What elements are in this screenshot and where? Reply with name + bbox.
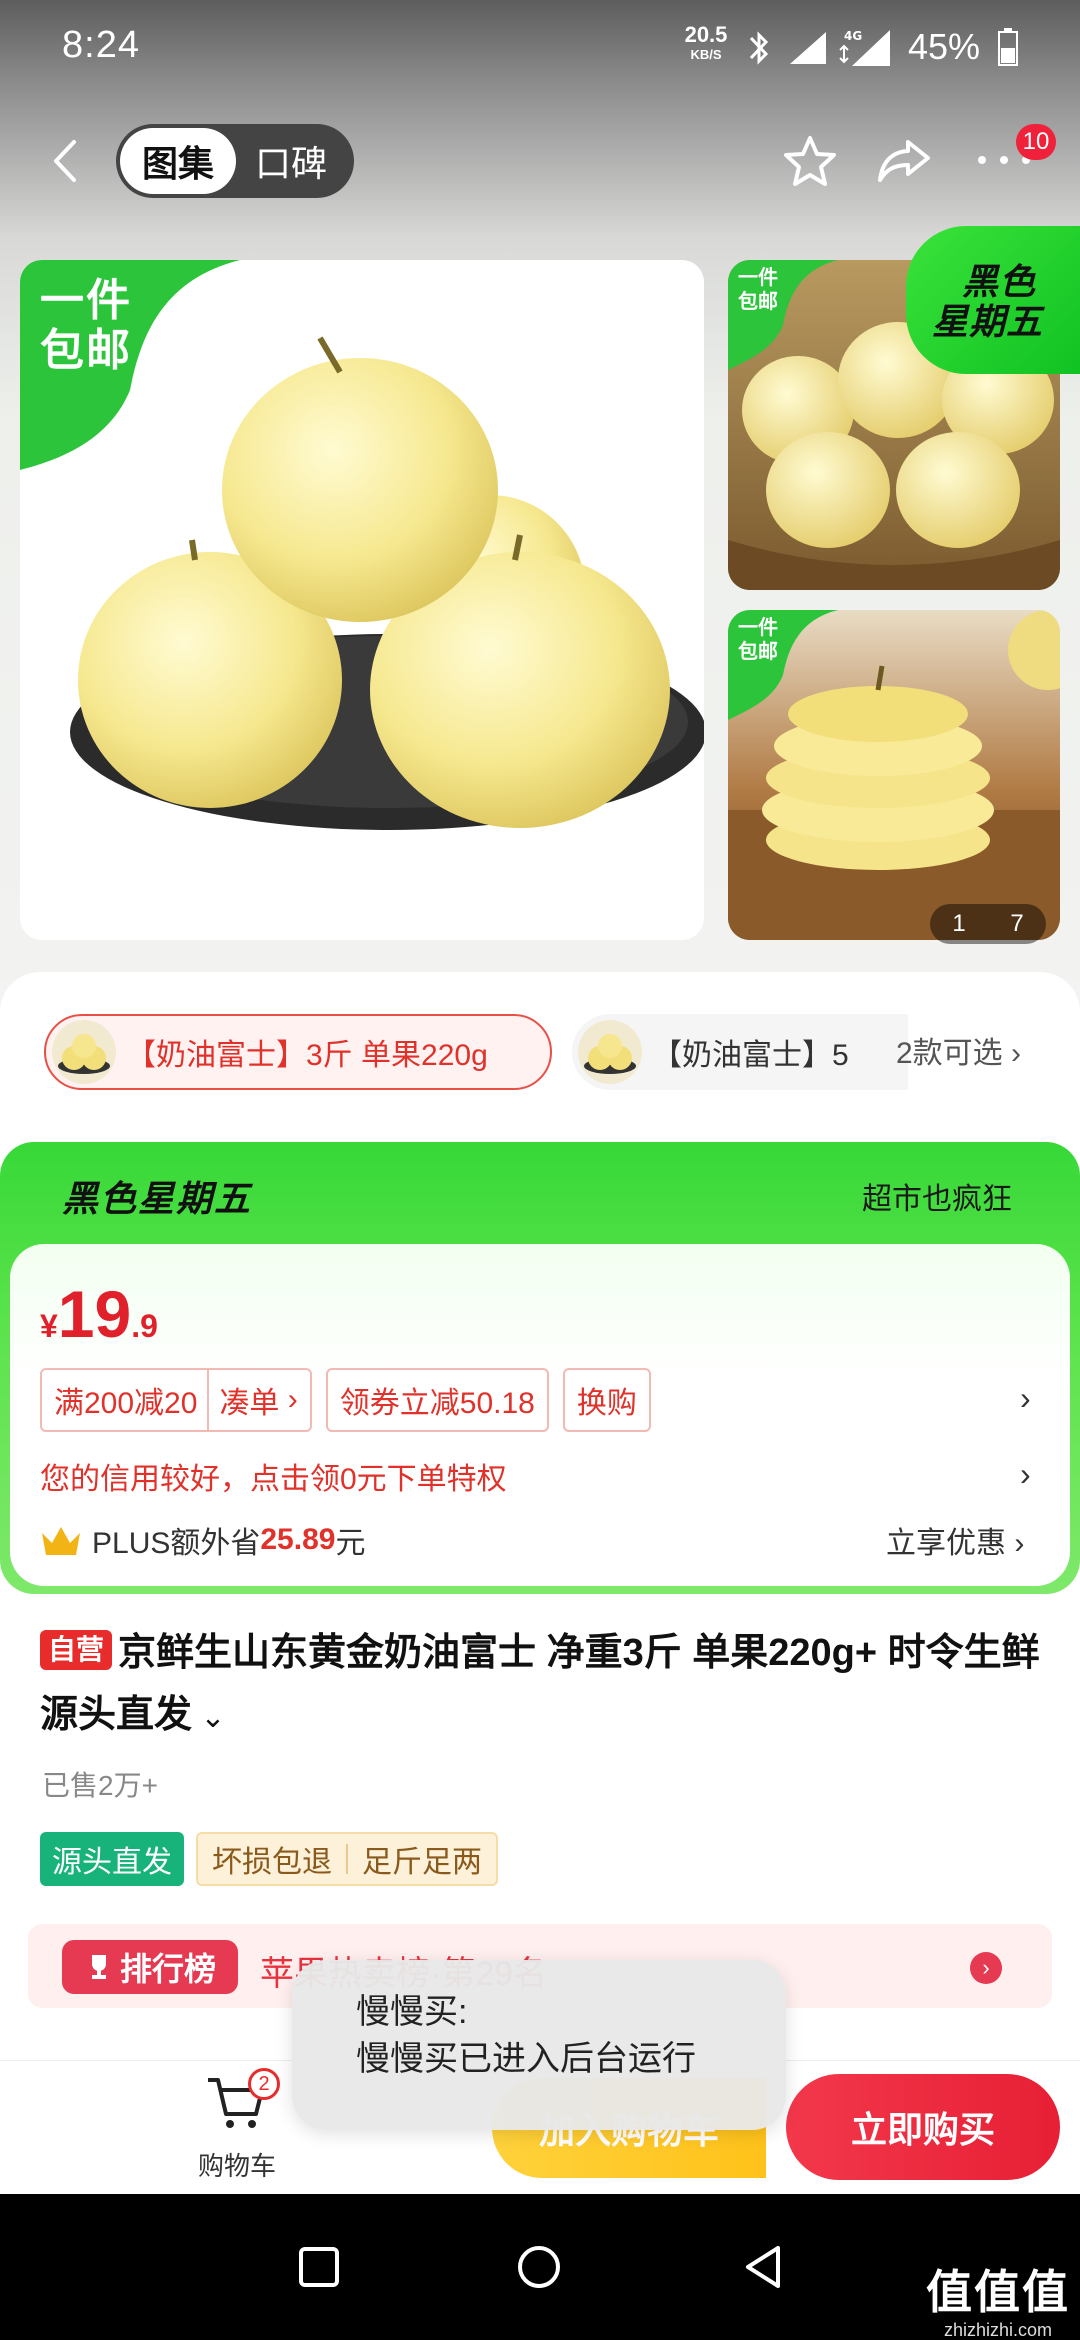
ranking-arrow-icon[interactable]: › bbox=[970, 1952, 1002, 1984]
price-currency: ¥ bbox=[40, 1308, 58, 1344]
product-title[interactable]: 自营 京鲜生山东黄金奶油富士 净重3斤 单果220g+ 时令生鲜 源头直发 ⌄ bbox=[40, 1622, 1040, 1749]
free-shipping-tag: 一件 包邮 bbox=[20, 260, 240, 470]
voucher-coupon[interactable]: 领券立减50.18 bbox=[325, 1368, 549, 1432]
star-icon[interactable] bbox=[782, 134, 838, 190]
battery-icon bbox=[998, 28, 1018, 66]
chevron-down-icon[interactable]: ⌄ bbox=[192, 1701, 225, 1734]
sold-count: 已售2万+ bbox=[42, 1770, 158, 1801]
product-title-text: 京鲜生山东黄金奶油富士 净重3斤 单果220g+ 时令生鲜 源头直发 bbox=[40, 1632, 1040, 1736]
small-tag2-line1: 一件 bbox=[738, 617, 778, 639]
network-speed: 20.5 KB/S bbox=[676, 22, 736, 62]
buy-now-button[interactable]: 立即购买 bbox=[786, 2074, 1060, 2180]
cart-count-badge: 2 bbox=[248, 2068, 280, 2100]
share-icon[interactable] bbox=[876, 136, 932, 186]
recent-apps-icon[interactable] bbox=[298, 2246, 340, 2288]
toast-title: 慢慢买: bbox=[356, 1993, 468, 2031]
variant-option-other[interactable]: 【奶油富士】5 bbox=[572, 1014, 908, 1090]
ranking-pill-label: 排行榜 bbox=[119, 1951, 216, 1987]
free-shipping-tag-small: 一件 包邮 bbox=[728, 260, 838, 370]
battery-percent: 45% bbox=[908, 26, 981, 67]
free-shipping-line2: 包邮 bbox=[40, 326, 132, 375]
signal-icon bbox=[790, 32, 826, 64]
coupon-chevron-icon[interactable]: › bbox=[1020, 1380, 1031, 1417]
discount-coupon[interactable]: 满200减20 凑单 › bbox=[40, 1368, 312, 1432]
page-total: 7 bbox=[1010, 910, 1024, 937]
variant-thumbnail-2 bbox=[578, 1020, 642, 1084]
chevron-right-icon: › bbox=[1006, 1527, 1025, 1560]
promo-slogan: 超市也疯狂 bbox=[862, 1183, 1012, 1216]
status-time: 8:24 bbox=[62, 24, 140, 66]
full-weight-label: 足斤足两 bbox=[362, 1846, 482, 1879]
back-icon[interactable] bbox=[46, 136, 86, 186]
main-product-image[interactable]: 一件 包邮 bbox=[20, 260, 704, 940]
source-direct-tag: 源头直发 bbox=[40, 1832, 184, 1886]
swap-coupon[interactable]: 换购 bbox=[562, 1368, 651, 1432]
variant-thumbnail bbox=[52, 1020, 116, 1084]
cart-label[interactable]: 购物车 bbox=[198, 2146, 276, 2183]
speed-value: 20.5 bbox=[684, 22, 728, 47]
variant-more-button[interactable]: 2款可选 › bbox=[896, 1028, 1021, 1072]
status-bar: 8:24 20.5 KB/S 4G 45% bbox=[0, 0, 1080, 96]
damage-refund-label: 坏损包退 bbox=[212, 1846, 332, 1879]
black-friday-badge: 黑色 星期五 bbox=[906, 226, 1080, 374]
plus-prefix: PLUS额外省 bbox=[92, 1527, 261, 1560]
badge-line1: 黑色 bbox=[962, 261, 1037, 302]
plus-suffix: 元 bbox=[335, 1527, 366, 1560]
crown-icon bbox=[42, 1527, 80, 1555]
gallery-review-switch: 图集 口碑 bbox=[116, 124, 354, 198]
signal-4g-icon: 4G bbox=[839, 29, 890, 66]
plus-offer-link[interactable]: 立享优惠 › bbox=[886, 1518, 1024, 1562]
plus-savings: PLUS额外省 25.89 元 bbox=[40, 1518, 365, 1562]
variant-other-label: 【奶油富士】5 bbox=[652, 1039, 849, 1072]
free-shipping-tag-small-2: 一件 包邮 bbox=[728, 610, 838, 720]
plus-amount: 25.89 bbox=[260, 1523, 336, 1556]
toast-message: 慢慢买已进入后台运行 bbox=[356, 2040, 696, 2078]
home-icon[interactable] bbox=[516, 2244, 562, 2290]
watermark-sub: zhizhizhi.com bbox=[943, 2320, 1053, 2340]
service-tags: 源头直发 坏损包退 足斤足两 bbox=[40, 1832, 498, 1886]
discount-label: 满200减20 bbox=[54, 1387, 198, 1420]
speed-unit: KB/S bbox=[690, 47, 722, 62]
background-toast: 慢慢买: 慢慢买已进入后台运行 bbox=[292, 1960, 786, 2130]
free-shipping-line1: 一件 bbox=[40, 276, 132, 325]
message-count-badge: 10 bbox=[1016, 124, 1056, 160]
tab-gallery[interactable]: 图集 bbox=[120, 128, 236, 194]
trophy-icon bbox=[91, 1955, 106, 1979]
promo-event-title: 黑色星期五 bbox=[62, 1178, 253, 1219]
back-nav-icon[interactable] bbox=[742, 2244, 784, 2290]
variant-selector: 【奶油富士】3斤 单果220g 【奶油富士】5 2款可选 › bbox=[44, 1014, 1044, 1090]
price: ¥19.9 bbox=[40, 1276, 158, 1352]
credit-privilege-text[interactable]: 您的信用较好，点击领0元下单特权 bbox=[40, 1454, 507, 1498]
ranking-pill: 排行榜 bbox=[62, 1940, 238, 1994]
small-tag-line2: 包邮 bbox=[738, 291, 778, 313]
gather-order-link[interactable]: 凑单 › bbox=[207, 1368, 298, 1432]
price-decimal: .9 bbox=[131, 1308, 158, 1344]
badge-line2: 星期五 bbox=[932, 301, 1044, 342]
tab-reviews[interactable]: 口碑 bbox=[236, 128, 346, 194]
gather-order-label: 凑单 bbox=[219, 1387, 280, 1420]
service-guarantee-tag[interactable]: 坏损包退 足斤足两 bbox=[196, 1832, 498, 1886]
plus-offer-label: 立享优惠 bbox=[886, 1527, 1006, 1560]
variant-option-selected[interactable]: 【奶油富士】3斤 单果220g bbox=[44, 1014, 552, 1090]
bluetooth-icon bbox=[749, 31, 769, 65]
page-indicator: 1 7 bbox=[930, 904, 1046, 944]
self-operated-tag: 自营 bbox=[40, 1630, 113, 1670]
coupon-row: 满200减20 凑单 › 领券立减50.18 换购 bbox=[40, 1368, 665, 1432]
price-integer: 19 bbox=[57, 1277, 132, 1351]
small-tag2-line2: 包邮 bbox=[738, 641, 778, 663]
chevron-right-icon: › bbox=[1011, 1037, 1022, 1070]
thumbnail-sliced[interactable]: 一件 包邮 bbox=[728, 610, 1060, 940]
watermark-main: 值值值 bbox=[926, 2266, 1070, 2318]
credit-chevron-icon[interactable]: › bbox=[1020, 1456, 1031, 1493]
variant-selected-label: 【奶油富士】3斤 单果220g bbox=[126, 1039, 488, 1072]
chevron-right-icon: › bbox=[279, 1383, 298, 1416]
variant-more-label: 2款可选 bbox=[896, 1037, 1003, 1070]
network-type: 4G bbox=[844, 29, 862, 43]
page-current: 1 bbox=[952, 910, 966, 937]
small-tag-line1: 一件 bbox=[738, 267, 778, 289]
watermark: 值值值 zhizhizhi.com bbox=[926, 2256, 1070, 2340]
